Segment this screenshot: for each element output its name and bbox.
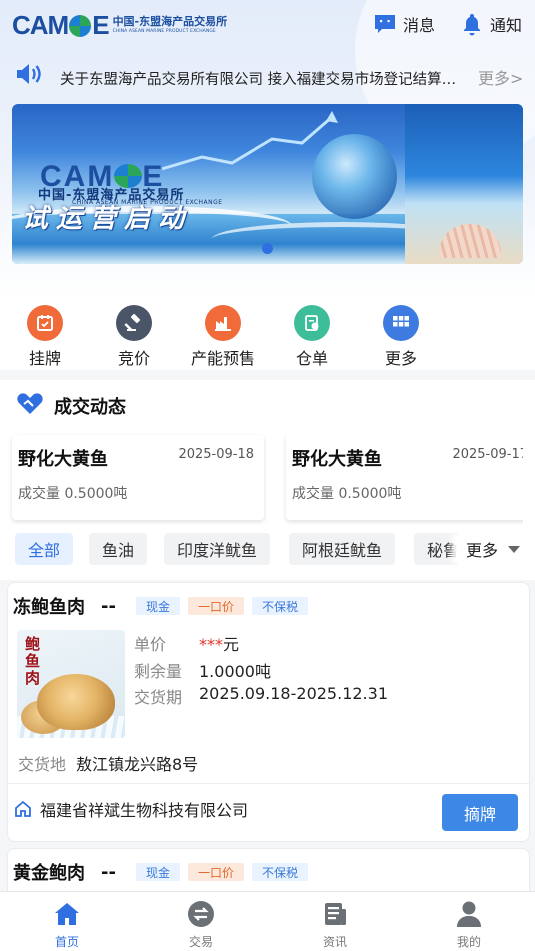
deal-name: 野化大黄鱼 <box>18 449 108 470</box>
exchange-icon <box>186 899 216 929</box>
delist-button[interactable]: 摘牌 <box>442 794 518 831</box>
category-tabs: 全部 鱼油 印度洋鱿鱼 阿根廷鱿鱼 秘鲁 更多 <box>0 528 535 572</box>
deal-date: 2025-09-18 <box>178 447 254 462</box>
remain-row: 剩余量 1.0000吨 <box>134 658 271 682</box>
quick-menu: 挂牌 竞价 产能预售 仓单 更多 <box>0 300 535 370</box>
user-icon <box>454 899 484 929</box>
menu-label: 产能预售 <box>190 349 255 368</box>
message-button[interactable]: 消息 <box>373 12 435 36</box>
badge-fixed-price: 一口价 <box>187 863 244 881</box>
announcement-bar[interactable]: 关于东盟海产品交易所有限公司 接入福建交易市场登记结算中心的公告 更多> <box>0 58 535 92</box>
badge-non-bonded: 不保税 <box>251 597 308 615</box>
tab-mine[interactable]: 我的 <box>402 892 535 951</box>
banner-carousel[interactable]: CAM E 中国-东盟海产品交易所 CHINA ASEAN MARINE PROD… <box>12 104 523 264</box>
product-image[interactable]: 鲍鱼肉 <box>17 630 125 738</box>
menu-item-listing[interactable]: 挂牌 <box>0 305 90 369</box>
grid-icon <box>383 305 419 341</box>
menu-label: 挂牌 <box>28 349 61 368</box>
announcement-text[interactable]: 关于东盟海产品交易所有限公司 接入福建交易市场登记结算中心的公告 <box>60 68 458 89</box>
period-row: 交货期 2025.09.18-2025.12.31 <box>134 684 388 707</box>
tab-label: 资讯 <box>322 935 347 949</box>
header: CAM E 中国-东盟海产品交易所 CHINA ASEAN MARINE PROD… <box>0 0 535 50</box>
carousel-indicator[interactable] <box>262 243 273 254</box>
badge-non-bonded: 不保税 <box>251 863 308 881</box>
logo-globe-icon <box>69 15 92 37</box>
tab-label: 首页 <box>54 935 79 949</box>
tags-more-dropdown[interactable]: 更多 <box>458 533 521 565</box>
product-dash: -- <box>101 861 116 883</box>
product-card[interactable]: 冻鲍鱼肉 -- 现金 一口价 不保税 鲍鱼肉 单价 ***元 剩余量 1.000… <box>7 582 530 842</box>
menu-item-bidding[interactable]: 竞价 <box>89 305 179 369</box>
bottom-tab-bar: 首页 交易 资讯 我的 <box>0 891 535 951</box>
notice-label: 通知 <box>490 16 523 35</box>
tag-argentina-squid[interactable]: 阿根廷鱿鱼 <box>289 533 396 565</box>
factory-icon <box>205 305 241 341</box>
tab-trade[interactable]: 交易 <box>134 892 268 951</box>
tab-label: 我的 <box>456 935 481 949</box>
company-name: 福建省祥斌生物科技有限公司 <box>40 801 249 820</box>
badge-cash: 现金 <box>135 863 180 881</box>
logo-cn: 中国-东盟海产品交易所 <box>112 15 228 28</box>
product-image-label: 鲍鱼肉 <box>25 635 41 687</box>
banner-slogan: 试运营启动 <box>22 204 193 234</box>
delivery-place: 敖江镇龙兴路8号 <box>76 755 199 774</box>
deal-volume: 成交量 0.5000吨 <box>292 486 402 502</box>
logo: CAM E 中国-东盟海产品交易所 CHINA ASEAN MARINE PROD… <box>12 9 227 41</box>
divider <box>8 783 529 784</box>
price-hidden: *** <box>199 635 223 654</box>
deal-date: 2025-09-17 <box>452 447 523 462</box>
handshake-icon <box>16 392 44 420</box>
logo-en: CHINA ASEAN MARINE PRODUCT EXCHANGE <box>112 29 216 34</box>
product-name: 冻鲍鱼肉 <box>13 597 85 618</box>
deal-name: 野化大黄鱼 <box>292 449 382 470</box>
menu-item-warehouse-receipt[interactable]: 仓单 <box>267 305 357 369</box>
tab-label: 交易 <box>188 935 213 949</box>
deal-volume: 成交量 0.5000吨 <box>18 486 128 502</box>
delivery-place-row: 交货地 敖江镇龙兴路8号 <box>18 751 198 775</box>
tag-fish-oil[interactable]: 鱼油 <box>89 533 148 565</box>
tag-all[interactable]: 全部 <box>15 533 74 565</box>
menu-label: 仓单 <box>295 349 328 368</box>
menu-item-presale[interactable]: 产能预售 <box>178 305 268 369</box>
notice-button[interactable]: 通知 <box>460 12 522 36</box>
bell-icon <box>460 12 484 36</box>
product-name: 黄金鲍肉 <box>13 863 85 884</box>
growth-arrow-icon <box>162 111 338 171</box>
badge-cash: 现金 <box>135 597 180 615</box>
tags-more-label: 更多 <box>466 541 499 560</box>
chevron-down-icon <box>508 545 521 553</box>
deals-title: 成交动态 <box>54 397 126 418</box>
deal-card[interactable]: 野化大黄鱼 2025-09-18 成交量 0.5000吨 <box>12 435 264 520</box>
tab-home[interactable]: 首页 <box>0 892 134 951</box>
gavel-icon <box>116 305 152 341</box>
tag-indian-ocean-squid[interactable]: 印度洋鱿鱼 <box>164 533 271 565</box>
menu-item-more[interactable]: 更多 <box>356 305 446 369</box>
shell-graphic <box>439 224 501 258</box>
deal-card[interactable]: 野化大黄鱼 2025-09-17 成交量 0.5000吨 <box>286 435 523 520</box>
tab-news[interactable]: 资讯 <box>268 892 402 951</box>
logo-mark: CAM E <box>12 9 110 40</box>
product-dash: -- <box>101 595 116 617</box>
badge-fixed-price: 一口价 <box>187 597 244 615</box>
chat-icon <box>373 12 397 36</box>
calendar-icon <box>27 305 63 341</box>
announcement-more-link[interactable]: 更多> <box>478 65 523 89</box>
remain-value: 1.0000吨 <box>199 662 271 681</box>
menu-label: 更多 <box>384 349 417 368</box>
news-icon <box>320 899 350 929</box>
warehouse-receipt-icon <box>294 305 330 341</box>
company-row: 福建省祥斌生物科技有限公司 <box>14 797 248 821</box>
menu-label: 竞价 <box>117 349 150 368</box>
period-value: 2025.09.18-2025.12.31 <box>199 684 388 703</box>
home-icon <box>52 899 82 929</box>
price-row: 单价 ***元 <box>134 635 240 654</box>
section-title: 成交动态 <box>16 392 126 420</box>
home-icon <box>14 800 32 818</box>
speaker-icon <box>15 62 43 86</box>
message-label: 消息 <box>403 16 436 35</box>
